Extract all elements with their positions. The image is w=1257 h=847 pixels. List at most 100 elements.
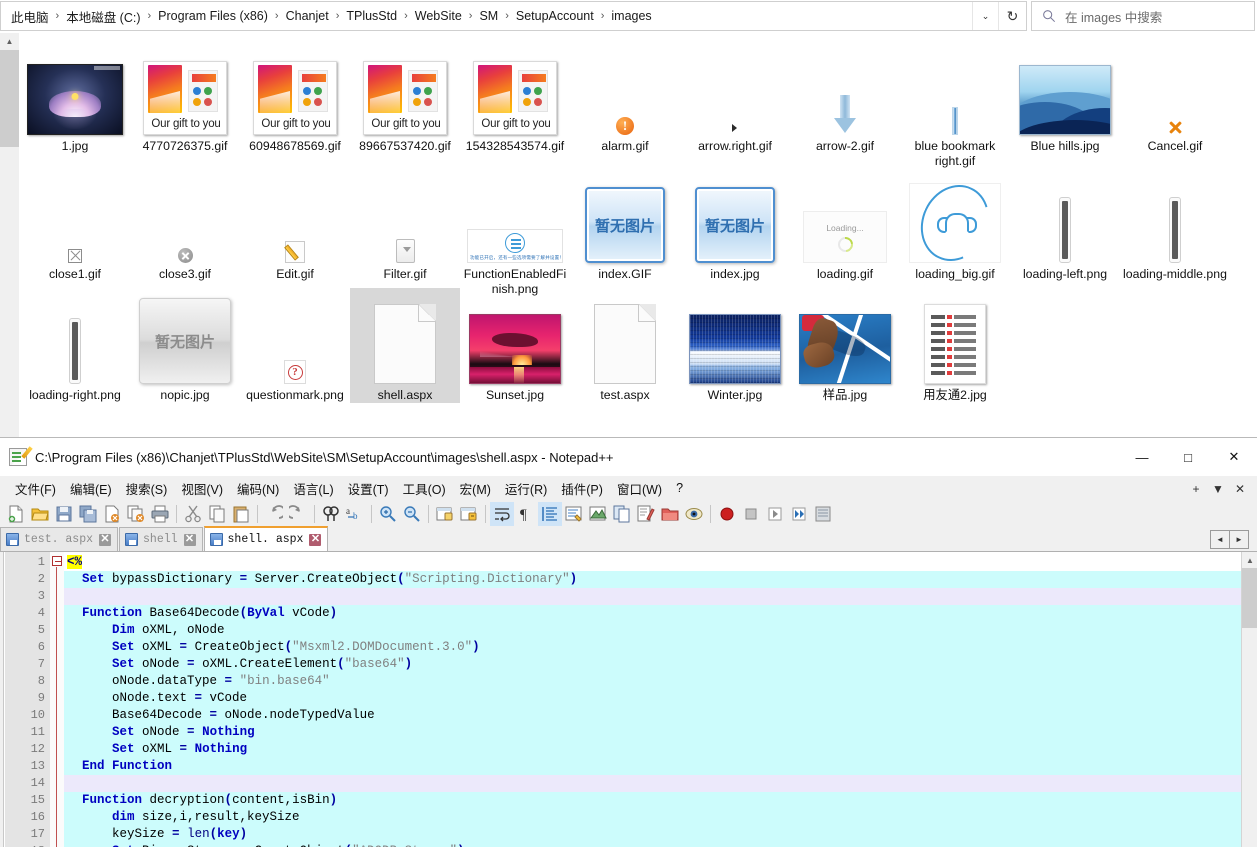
code-line[interactable]: Function decryption(content,isBin)	[64, 792, 1241, 809]
print-icon[interactable]	[148, 502, 172, 526]
file-item[interactable]: Our gift to you 60948678569.gif	[240, 39, 350, 154]
code-line[interactable]: Base64Decode = oNode.nodeTypedValue	[64, 707, 1241, 724]
scroll-up-icon[interactable]: ▲	[1242, 552, 1257, 568]
file-item[interactable]: Our gift to you 89667537420.gif	[350, 39, 460, 154]
macro-record-icon[interactable]	[715, 502, 739, 526]
code-line[interactable]: Set oXML = Nothing	[64, 741, 1241, 758]
save-icon[interactable]	[52, 502, 76, 526]
breadcrumb-item[interactable]: Program Files (x86)	[157, 7, 269, 25]
breadcrumb-item[interactable]: images	[610, 7, 652, 25]
file-item[interactable]: arrow-2.gif	[790, 39, 900, 154]
indent-guide-icon[interactable]	[538, 502, 562, 526]
menu-item[interactable]: 搜索(S)	[119, 476, 175, 501]
menu-item[interactable]: 文件(F)	[8, 476, 63, 501]
file-item[interactable]: ? questionmark.png	[240, 288, 350, 403]
file-item[interactable]: 暂无图片 index.GIF	[570, 167, 680, 282]
editor-tab[interactable]: shell. aspx ✕	[203, 526, 329, 551]
file-item[interactable]: close1.gif	[20, 167, 130, 282]
refresh-icon[interactable]: ↻	[998, 2, 1026, 30]
fold-toggle-icon[interactable]	[52, 556, 62, 566]
menu-item[interactable]: 编辑(E)	[63, 476, 119, 501]
add-tab-button[interactable]: +	[1185, 482, 1207, 496]
code-line[interactable]: Function Base64Decode(ByVal vCode)	[64, 605, 1241, 622]
paste-icon[interactable]	[229, 502, 253, 526]
menu-item[interactable]: 设置(T)	[341, 476, 396, 501]
cut-icon[interactable]	[181, 502, 205, 526]
breadcrumb-item[interactable]: TPlusStd	[345, 7, 398, 25]
file-item[interactable]: 暂无图片 index.jpg	[680, 167, 790, 282]
file-item[interactable]: 暂无图片 nopic.jpg	[130, 288, 240, 403]
file-item[interactable]: Cancel.gif	[1120, 39, 1230, 154]
menu-item[interactable]: 编码(N)	[230, 476, 286, 501]
breadcrumb-item[interactable]: SetupAccount	[515, 7, 595, 25]
close-icon[interactable]: ✕	[183, 533, 196, 546]
macro-save-icon[interactable]	[811, 502, 835, 526]
user-language-icon[interactable]	[562, 502, 586, 526]
file-item[interactable]: Our gift to you 4770726375.gif	[130, 39, 240, 154]
file-item[interactable]: loading-right.png	[20, 288, 130, 403]
address-box[interactable]: 此电脑 › 本地磁盘 (C:) › Program Files (x86) › Chanje…	[0, 1, 1027, 31]
menu-item[interactable]: 插件(P)	[554, 476, 610, 501]
open-file-icon[interactable]	[28, 502, 52, 526]
replace-icon[interactable]: ab	[343, 502, 367, 526]
file-item[interactable]: Sunset.jpg	[460, 288, 570, 403]
code-line[interactable]: Set oNode = oXML.CreateElement("base64")	[64, 656, 1241, 673]
doc-list-icon[interactable]	[610, 502, 634, 526]
file-item[interactable]: Blue hills.jpg	[1010, 39, 1120, 154]
file-item[interactable]: 1.jpg	[20, 39, 130, 154]
file-item[interactable]: 用友通2.jpg	[900, 288, 1010, 403]
file-item[interactable]: arrow.right.gif	[680, 39, 790, 154]
file-item[interactable]: test.aspx	[570, 288, 680, 403]
file-item[interactable]: Our gift to you 154328543574.gif	[460, 39, 570, 154]
code-line[interactable]: Set bypassDictionary = Server.CreateObje…	[64, 571, 1241, 588]
code-line[interactable]: dim size,i,result,keySize	[64, 809, 1241, 826]
scrollbar-track[interactable]	[0, 147, 19, 437]
file-item[interactable]: loading-left.png	[1010, 167, 1120, 282]
macro-stop-icon[interactable]	[739, 502, 763, 526]
breadcrumb-item[interactable]: Chanjet	[285, 7, 330, 25]
file-item[interactable]: 样品.jpg	[790, 288, 900, 403]
breadcrumb-item[interactable]: 本地磁盘 (C:)	[65, 5, 141, 28]
close-icon[interactable]: ✕	[99, 533, 112, 546]
menu-item[interactable]: 工具(O)	[396, 476, 453, 501]
close-all-icon[interactable]	[124, 502, 148, 526]
file-item[interactable]: blue bookmark right.gif	[900, 39, 1010, 169]
doc-map-icon[interactable]	[586, 502, 610, 526]
editor-tab[interactable]: test. aspx ✕	[0, 527, 119, 551]
breadcrumb-item[interactable]: SM	[478, 7, 499, 25]
menu-item[interactable]: 窗口(W)	[610, 476, 669, 501]
editor-tab[interactable]: shell ✕	[119, 527, 203, 551]
file-item[interactable]: ! alarm.gif	[570, 39, 680, 154]
function-list-icon[interactable]	[634, 502, 658, 526]
save-all-icon[interactable]	[76, 502, 100, 526]
close-file-icon[interactable]	[100, 502, 124, 526]
code-line[interactable]: End Function	[64, 758, 1241, 775]
breadcrumb-item[interactable]: WebSite	[414, 7, 463, 25]
macro-playmulti-icon[interactable]	[787, 502, 811, 526]
editor-scrollbar[interactable]: ▲	[1241, 552, 1257, 847]
close-icon[interactable]: ✕	[309, 533, 322, 546]
sync-scroll-h-icon[interactable]	[457, 502, 481, 526]
scroll-up-icon[interactable]: ▲	[0, 33, 19, 50]
tab-scroll-right-button[interactable]: ►	[1229, 530, 1249, 549]
code-line[interactable]: <%	[64, 554, 1241, 571]
code-editor[interactable]: 123456789101112131415161718 <% Set bypas…	[0, 552, 1257, 847]
code-line[interactable]: keySize = len(key)	[64, 826, 1241, 843]
undo-icon[interactable]	[262, 502, 286, 526]
menu-item[interactable]: 宏(M)	[453, 476, 498, 501]
chevron-down-icon[interactable]: ⌄	[972, 2, 998, 30]
zoom-in-icon[interactable]	[376, 502, 400, 526]
code-line[interactable]	[64, 775, 1241, 792]
file-item[interactable]: Winter.jpg	[680, 288, 790, 403]
maximize-button[interactable]: □	[1165, 438, 1211, 476]
code-line[interactable]: Set oNode = Nothing	[64, 724, 1241, 741]
code-content[interactable]: <% Set bypassDictionary = Server.CreateO…	[64, 552, 1241, 847]
show-symbols-icon[interactable]: ¶	[514, 502, 538, 526]
code-line[interactable]: Set oXML = CreateObject("Msxml2.DOMDocum…	[64, 639, 1241, 656]
sync-scroll-v-icon[interactable]	[433, 502, 457, 526]
code-line[interactable]: Set BinaryStream = CreateObject("ADODB.S…	[64, 843, 1241, 847]
menu-item[interactable]: 运行(R)	[498, 476, 554, 501]
menu-item[interactable]: 视图(V)	[174, 476, 230, 501]
breadcrumb[interactable]: 此电脑 › 本地磁盘 (C:) › Program Files (x86) › Chanje…	[1, 5, 972, 28]
code-line[interactable]: Dim oXML, oNode	[64, 622, 1241, 639]
